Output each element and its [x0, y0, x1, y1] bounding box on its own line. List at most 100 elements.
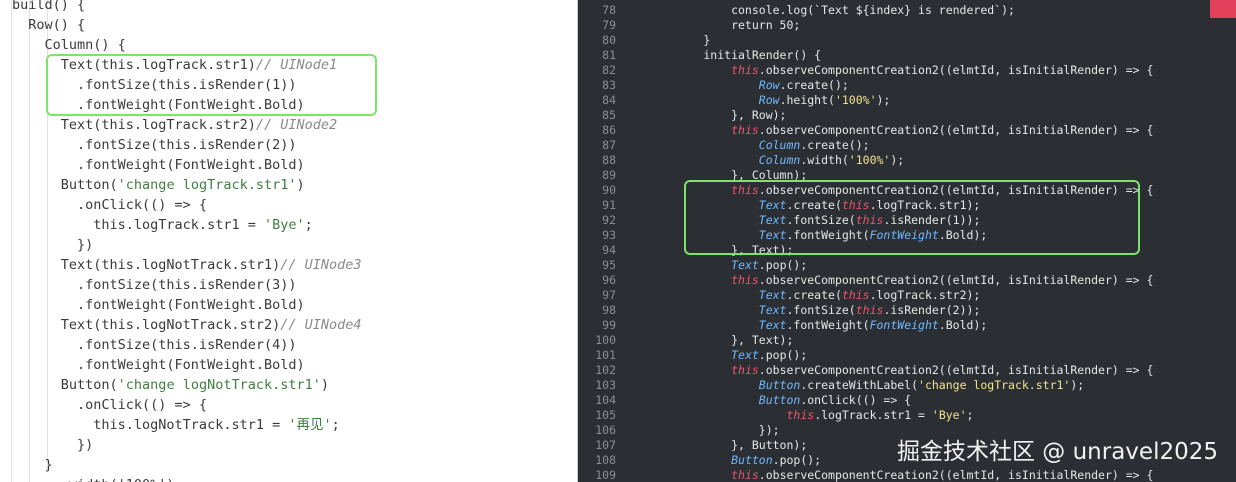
- code-token: this: [731, 63, 759, 77]
- code-line: }, Button);: [648, 438, 807, 453]
- code-token: 'change logTrack.str1': [117, 177, 297, 193]
- code-line: this.logNotTrack.str1 = '再见';: [12, 415, 339, 435]
- code-token: .fontWeight(: [786, 318, 870, 332]
- code-line: Text.pop();: [648, 258, 807, 273]
- code-token: .fontWeight(FontWeight.Bold): [12, 357, 305, 373]
- code-token: '再见': [288, 417, 332, 433]
- code-token: }, Text);: [648, 333, 794, 347]
- code-token: .create(: [786, 288, 842, 302]
- code-token: .width(: [800, 153, 849, 167]
- code-line: .fontSize(this.isRender(4)): [12, 335, 296, 355]
- line-number: 107: [595, 438, 616, 452]
- code-token: .pop();: [758, 258, 808, 272]
- code-token: Text: [758, 303, 787, 317]
- code-line: Text.fontSize(this.isRender(2));: [648, 303, 981, 318]
- code-token: .observeComponentCreation2((elmtId, isIn…: [758, 363, 1154, 377]
- line-number: 90: [602, 183, 616, 197]
- line-number: 105: [595, 408, 616, 422]
- code-token: // UINode4: [280, 317, 362, 333]
- code-line: initialRender() {: [648, 48, 821, 63]
- code-token: Text: [758, 288, 787, 302]
- code-token: }): [12, 237, 94, 253]
- code-token: .fontSize(this.isRender(2)): [12, 137, 297, 153]
- code-token: ;: [304, 217, 313, 233]
- code-line: .fontSize(this.isRender(2)): [12, 135, 296, 155]
- code-line: });: [648, 423, 780, 438]
- line-number: 78: [602, 3, 616, 17]
- code-line: this.observeComponentCreation2((elmtId, …: [648, 63, 1153, 78]
- code-token: Text(this.logNotTrack.str1): [12, 257, 281, 273]
- code-line: Row.height('100%');: [648, 93, 891, 108]
- code-line: this.observeComponentCreation2((elmtId, …: [648, 363, 1153, 378]
- code-line: .width('100%'): [12, 475, 175, 482]
- code-token: .createWithLabel(: [800, 378, 919, 392]
- code-line: this.observeComponentCreation2((elmtId, …: [648, 273, 1153, 288]
- code-token: .fontSize(this.isRender(3)): [12, 277, 297, 293]
- highlight-box-text-creation: [684, 180, 1140, 255]
- code-line: Button.createWithLabel('change logTrack.…: [648, 378, 1084, 393]
- code-token: this: [855, 303, 884, 317]
- line-number: 108: [595, 453, 616, 467]
- code-token: .observeComponentCreation2((elmtId, isIn…: [758, 273, 1154, 287]
- line-number: 98: [602, 303, 616, 317]
- code-token: .observeComponentCreation2((elmtId, isIn…: [758, 123, 1154, 137]
- code-token: // UINode2: [255, 117, 338, 133]
- line-number: 92: [602, 213, 616, 227]
- code-token: });: [648, 423, 780, 437]
- line-number: 102: [595, 363, 616, 377]
- line-number: 99: [602, 318, 616, 332]
- code-line: Text.create(this.logTrack.str2);: [648, 288, 981, 303]
- code-token: .fontWeight(FontWeight.Bold): [12, 297, 305, 313]
- code-line: Button.pop();: [648, 453, 821, 468]
- code-token: }): [12, 437, 94, 453]
- line-number: 89: [602, 168, 616, 182]
- code-token: }: [12, 457, 53, 473]
- code-token: this: [731, 123, 759, 137]
- line-number: 84: [602, 93, 616, 107]
- code-line: .onClick(() => {: [12, 195, 207, 215]
- code-token: console.log(`Text ${index} is rendered`)…: [648, 3, 1015, 17]
- code-token: .observeComponentCreation2((elmtId, isIn…: [758, 63, 1154, 77]
- code-line: Text(this.logNotTrack.str1)// UINode3: [12, 255, 362, 275]
- code-token: FontWeight: [869, 318, 939, 332]
- code-token: '100%': [834, 93, 877, 107]
- line-number: 88: [602, 153, 616, 167]
- code-token: this.logTrack.str1 =: [12, 217, 264, 233]
- code-token: ;: [966, 408, 974, 422]
- right-code-editor[interactable]: 78 console.log(`Text ${index} is rendere…: [578, 0, 1236, 482]
- line-number: 97: [602, 288, 616, 302]
- code-token: initialRender() {: [648, 48, 822, 62]
- code-line: Text.pop();: [648, 348, 807, 363]
- code-line: .fontWeight(FontWeight.Bold): [12, 355, 305, 375]
- code-token: ): [320, 377, 330, 393]
- code-token: this: [731, 363, 759, 377]
- left-code-editor[interactable]: build() { Row() { Column() { Text(this.l…: [0, 0, 578, 482]
- line-number: 95: [602, 258, 616, 272]
- code-line: .fontWeight(FontWeight.Bold): [12, 155, 305, 175]
- code-token: 'Bye': [263, 217, 305, 233]
- code-line: }: [12, 455, 53, 475]
- code-token: Button: [758, 393, 801, 407]
- watermark: 掘金技术社区 @ unravel2025: [896, 439, 1218, 465]
- code-line: Text.fontWeight(FontWeight.Bold);: [648, 318, 988, 333]
- scrollbar-marker[interactable]: [1210, 0, 1236, 18]
- code-line: console.log(`Text ${index} is rendered`)…: [648, 3, 1015, 18]
- code-token: .create();: [800, 138, 870, 152]
- code-token: .logTrack.str1 =: [814, 408, 932, 422]
- code-line: }): [12, 235, 93, 255]
- line-number: 83: [602, 78, 616, 92]
- highlight-box-uinode1: [46, 54, 377, 116]
- code-token: Text(this.logTrack.str2): [12, 117, 256, 133]
